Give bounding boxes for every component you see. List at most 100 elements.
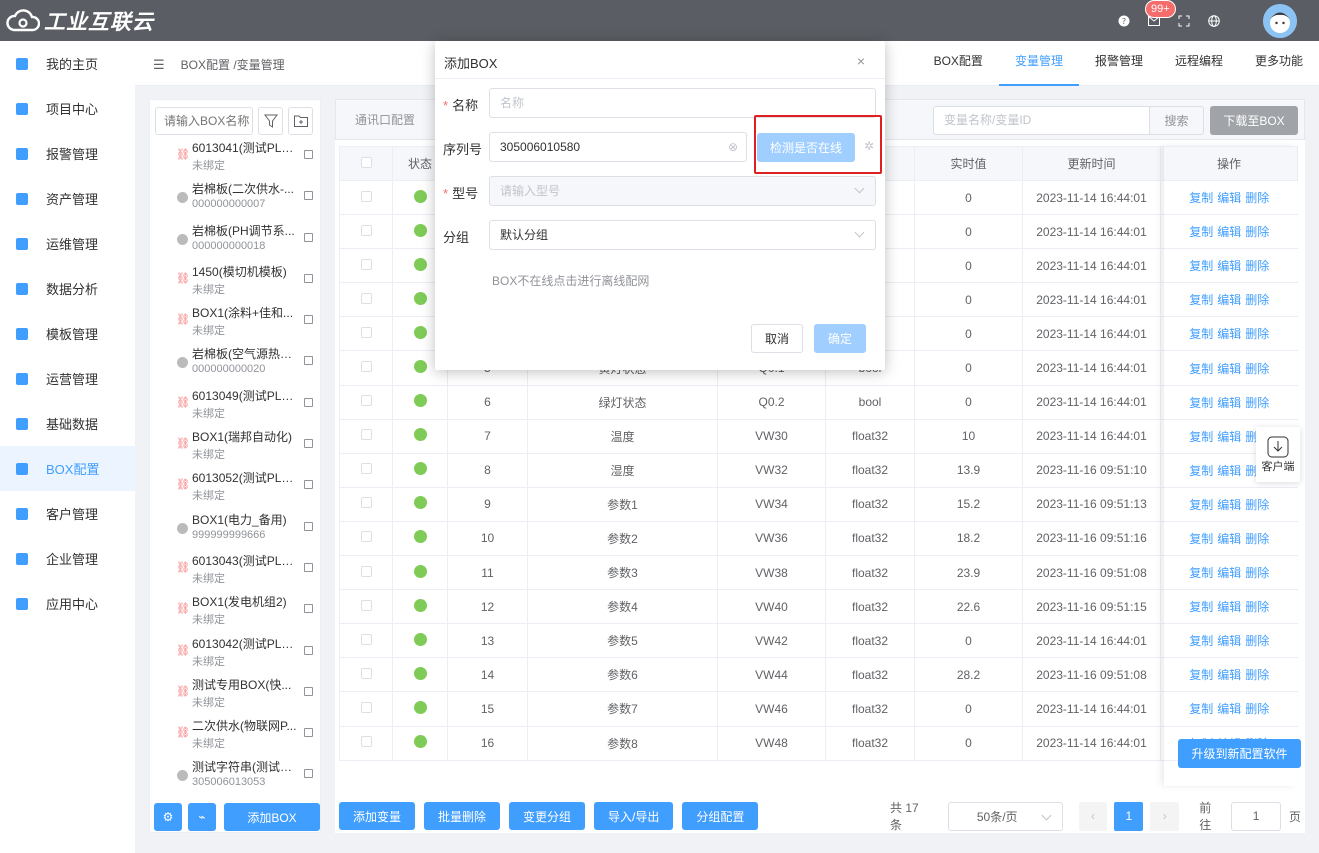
row-checkbox[interactable] — [339, 350, 393, 386]
tree-node[interactable]: ⛓ BOX1(涂料+佳和... 未绑定 — [150, 303, 320, 344]
mail-icon[interactable]: 99+ — [1141, 0, 1176, 34]
row-checkbox[interactable] — [339, 282, 393, 318]
copy-link[interactable]: 复制 — [1189, 396, 1213, 410]
copy-link[interactable]: 复制 — [1189, 532, 1213, 546]
edit-link[interactable]: 编辑 — [1217, 532, 1241, 546]
edit-link[interactable]: 编辑 — [1217, 191, 1241, 205]
row-checkbox[interactable] — [339, 487, 393, 522]
download-client-button[interactable]: 客户端 — [1256, 427, 1300, 482]
tab-variable-management[interactable]: 变量管理 — [998, 41, 1079, 86]
copy-link[interactable]: 复制 — [1189, 362, 1213, 376]
page-size-select[interactable]: 50条/页 — [947, 801, 1063, 831]
tree-node[interactable]: 岩棉板(二次供水-... 000000000007 — [150, 179, 320, 220]
tab-alarm-management[interactable]: 报警管理 — [1079, 41, 1159, 86]
edit-link[interactable]: 编辑 — [1217, 498, 1241, 512]
copy-icon[interactable] — [304, 480, 313, 490]
search-button[interactable]: 搜索 — [1149, 106, 1204, 135]
sidebar-item-templates[interactable]: 模板管理 — [0, 311, 135, 356]
copy-icon[interactable] — [304, 356, 313, 366]
confirm-button[interactable]: 确定 — [814, 324, 866, 353]
prev-page-button[interactable]: ‹ — [1078, 801, 1108, 831]
tree-node[interactable]: ⛓ 6013041(测试PLC... 未绑定 — [150, 138, 320, 179]
edit-link[interactable]: 编辑 — [1217, 464, 1241, 478]
copy-link[interactable]: 复制 — [1189, 191, 1213, 205]
row-checkbox[interactable] — [339, 316, 393, 352]
edit-link[interactable]: 编辑 — [1217, 259, 1241, 273]
close-icon[interactable]: × — [857, 53, 865, 69]
next-page-button[interactable]: › — [1150, 801, 1180, 831]
copy-icon[interactable] — [304, 439, 313, 449]
clear-icon[interactable]: ⊗ — [728, 133, 738, 161]
row-checkbox[interactable] — [339, 385, 393, 420]
tab-remote-programming[interactable]: 远程编程 — [1159, 41, 1239, 86]
row-checkbox[interactable] — [339, 453, 393, 488]
copy-icon[interactable] — [304, 769, 313, 779]
delete-link[interactable]: 删除 — [1245, 532, 1269, 546]
add-folder-button[interactable] — [288, 107, 313, 135]
sidebar-item-operations[interactable]: 运营管理 — [0, 356, 135, 401]
cancel-button[interactable]: 取消 — [751, 324, 803, 353]
row-checkbox[interactable] — [339, 657, 393, 693]
delete-link[interactable]: 删除 — [1245, 191, 1269, 205]
sidebar-item-assets[interactable]: 资产管理 — [0, 176, 135, 221]
download-to-box-button[interactable]: 下载至BOX — [1210, 106, 1298, 135]
delete-link[interactable]: 删除 — [1245, 259, 1269, 273]
fullscreen-icon[interactable] — [1171, 8, 1197, 34]
filter-button[interactable] — [258, 107, 283, 135]
import-export-button[interactable]: 导入/导出 — [594, 802, 674, 830]
copy-icon[interactable] — [304, 521, 313, 531]
copy-link[interactable]: 复制 — [1189, 600, 1213, 614]
row-checkbox[interactable] — [339, 248, 393, 284]
name-input[interactable]: 名称 — [489, 88, 876, 118]
copy-icon[interactable] — [304, 273, 313, 283]
globe-icon[interactable] — [1201, 8, 1227, 34]
delete-link[interactable]: 删除 — [1245, 293, 1269, 307]
sidebar-item-maintenance[interactable]: 运维管理 — [0, 221, 135, 266]
tree-node[interactable]: ⛓ 6013042(测试PLC... 未绑定 — [150, 634, 320, 675]
edit-link[interactable]: 编辑 — [1217, 362, 1241, 376]
delete-link[interactable]: 删除 — [1245, 396, 1269, 410]
edit-link[interactable]: 编辑 — [1217, 668, 1241, 682]
offline-config-link[interactable]: BOX不在线点击进行离线配网 — [492, 272, 649, 289]
edit-link[interactable]: 编辑 — [1217, 225, 1241, 239]
copy-icon[interactable] — [304, 315, 313, 325]
row-checkbox[interactable] — [339, 691, 393, 727]
delete-link[interactable]: 删除 — [1245, 634, 1269, 648]
delete-link[interactable]: 删除 — [1245, 327, 1269, 341]
tree-node[interactable]: ⛓ BOX1(发电机组2) 未绑定 — [150, 592, 320, 633]
group-config-button[interactable]: 分组配置 — [682, 802, 759, 830]
page-number[interactable]: 1 — [1114, 801, 1144, 831]
copy-link[interactable]: 复制 — [1189, 498, 1213, 512]
goto-page-input[interactable]: 1 — [1231, 801, 1281, 831]
copy-icon[interactable] — [304, 150, 313, 159]
sidebar-item-box-config[interactable]: BOX配置 — [0, 446, 135, 491]
delete-link[interactable]: 删除 — [1245, 668, 1269, 682]
variable-search-input[interactable]: 变量名称/变量ID — [933, 106, 1150, 135]
tree-node[interactable]: 岩棉板(空气源热泵... 000000000020 — [150, 344, 320, 385]
row-checkbox[interactable] — [339, 214, 393, 250]
delete-link[interactable]: 删除 — [1245, 600, 1269, 614]
sidebar-item-alarms[interactable]: 报警管理 — [0, 131, 135, 176]
copy-icon[interactable] — [304, 645, 313, 655]
avatar[interactable] — [1263, 3, 1297, 38]
sidebar-item-apps[interactable]: 应用中心 — [0, 581, 135, 626]
help-icon[interactable]: ? — [1111, 8, 1137, 34]
change-group-button[interactable]: 变更分组 — [509, 802, 586, 830]
delete-link[interactable]: 删除 — [1245, 362, 1269, 376]
edit-link[interactable]: 编辑 — [1217, 396, 1241, 410]
copy-icon[interactable] — [304, 562, 313, 572]
select-all-checkbox[interactable] — [339, 146, 393, 181]
copy-link[interactable]: 复制 — [1189, 634, 1213, 648]
sidebar-item-analysis[interactable]: 数据分析 — [0, 266, 135, 311]
copy-link[interactable]: 复制 — [1189, 702, 1213, 716]
tree-node[interactable]: ⛓ 测试专用BOX(快... 未绑定 — [150, 675, 320, 716]
tree-node[interactable]: ⛓ 1450(模切机模板) 未绑定 — [150, 262, 320, 303]
copy-icon[interactable] — [304, 728, 313, 738]
tree-node[interactable]: ⛓ 6013049(测试PLC... 未绑定 — [150, 386, 320, 427]
offline-network-button[interactable]: ⌁ — [188, 803, 216, 831]
group-select[interactable]: 默认分组 — [489, 220, 876, 250]
tree-node[interactable]: ⛓ BOX1(瑞邦自动化) 未绑定 — [150, 427, 320, 468]
copy-icon[interactable] — [304, 232, 313, 242]
sidebar-item-projects[interactable]: 项目中心 — [0, 86, 135, 131]
tree-node[interactable]: BOX1(电力_备用) 999999999666 — [150, 510, 320, 551]
